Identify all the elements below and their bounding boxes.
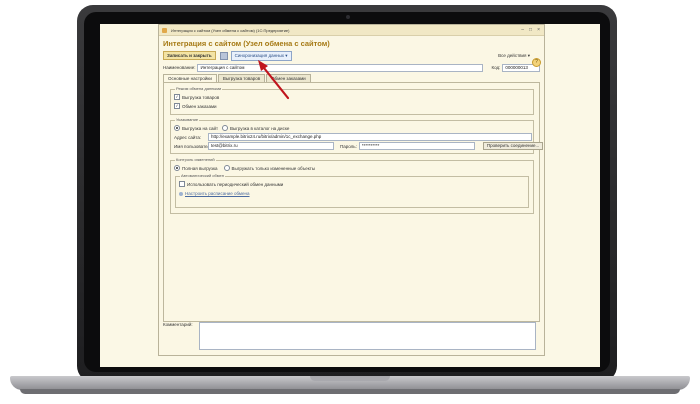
laptop-base-shadow [20,389,680,394]
annotation-arrow [258,60,290,100]
laptop-screen: Интеграция с сайтом (Узел обмена с сайто… [100,24,600,367]
camera-icon [346,15,350,19]
arrow-shaft [262,66,290,100]
laptop-notch [310,376,390,381]
arrow-head [258,60,268,71]
